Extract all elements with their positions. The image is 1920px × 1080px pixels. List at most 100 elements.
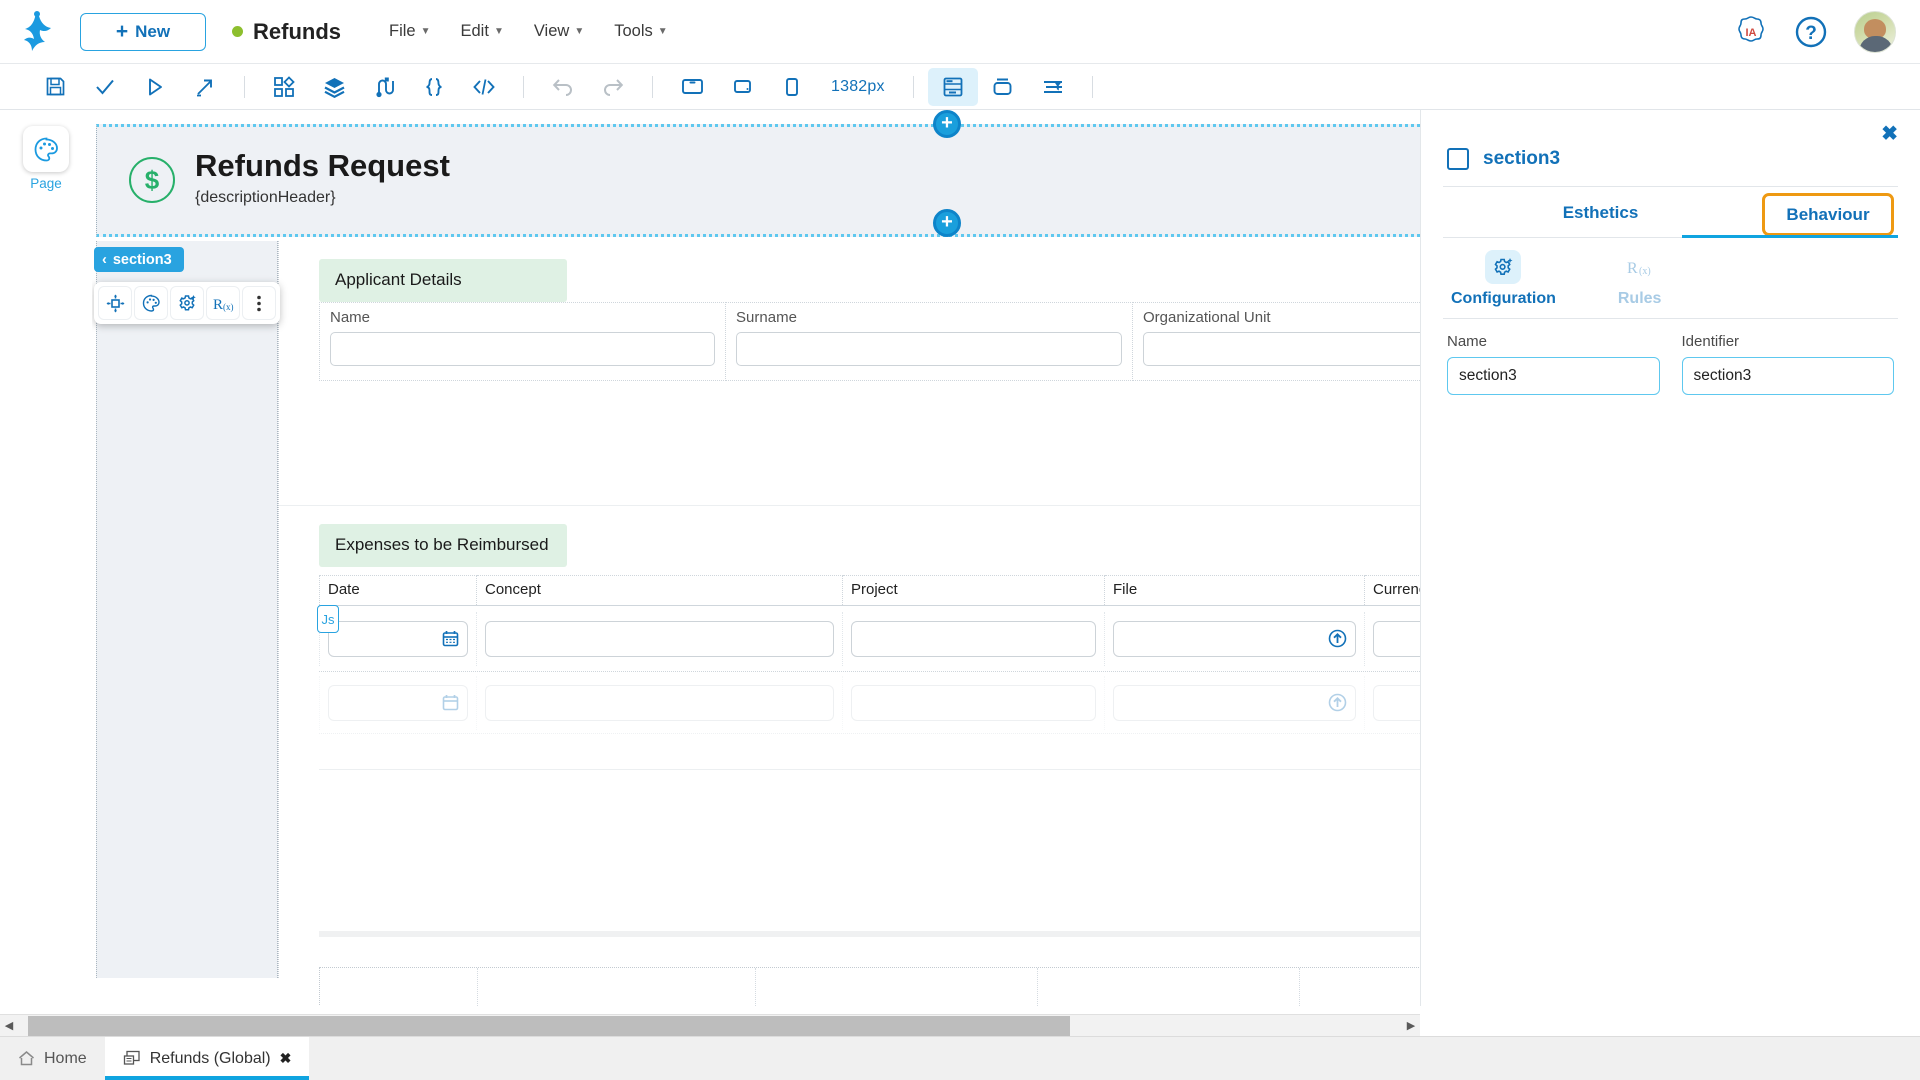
table-row[interactable] (319, 672, 1420, 734)
name-input[interactable] (1447, 357, 1660, 395)
cell-project[interactable] (843, 611, 1105, 666)
tablet-view-icon[interactable] (717, 68, 767, 106)
grid-cell[interactable] (756, 968, 1038, 1006)
table-row[interactable] (319, 606, 1420, 672)
cell-currency[interactable] (1365, 612, 1420, 666)
page-rail-button[interactable]: Page (19, 126, 73, 191)
connectors-icon[interactable] (359, 68, 409, 106)
scroll-track[interactable] (18, 1015, 1402, 1037)
code-icon[interactable] (459, 68, 509, 106)
grid-cell[interactable] (320, 968, 478, 1006)
panel-subtabs: Configuration R (x) Rules (1421, 238, 1920, 318)
cell-date[interactable] (319, 611, 477, 666)
components-grid-icon[interactable] (259, 68, 309, 106)
tab-esthetics[interactable]: Esthetics (1443, 187, 1758, 238)
cell-project[interactable] (843, 675, 1105, 730)
field-surname[interactable]: Surname (726, 302, 1134, 381)
field-row: Name Surname Organizational Unit (279, 302, 1420, 381)
tab-behaviour[interactable]: Behaviour (1762, 193, 1894, 236)
blank-grid-row[interactable] (319, 967, 1420, 1006)
container-icon[interactable] (978, 68, 1028, 106)
add-above-handle[interactable]: + (933, 110, 961, 138)
cell-currency[interactable] (1365, 676, 1420, 730)
save-icon[interactable] (30, 68, 80, 106)
scroll-right-arrow[interactable]: ▶ (1402, 1019, 1420, 1032)
icon-toolbar: 1382px (0, 64, 1920, 110)
section-tag[interactable]: ‹ section3 (94, 247, 184, 272)
zoom-level[interactable]: 1382px (817, 78, 899, 96)
scroll-left-arrow[interactable]: ◀ (0, 1019, 18, 1032)
move-icon[interactable] (98, 286, 132, 320)
cell-file[interactable] (1105, 611, 1365, 666)
top-bar-right: IA ? (1734, 0, 1896, 64)
surname-input[interactable] (736, 332, 1123, 366)
cell-concept[interactable] (477, 611, 843, 666)
grid-cell[interactable] (478, 968, 756, 1006)
question-mark-icon[interactable]: ? (1794, 15, 1828, 49)
menu-tools[interactable]: Tools ▼ (614, 22, 667, 41)
date-input[interactable] (328, 620, 468, 657)
project-input[interactable] (851, 684, 1096, 721)
braces-icon[interactable] (409, 68, 459, 106)
concept-input[interactable] (485, 684, 834, 721)
project-input[interactable] (851, 620, 1096, 657)
form-layout-icon[interactable] (927, 67, 978, 106)
currency-input[interactable] (1373, 684, 1420, 721)
group-applicant-details[interactable]: Applicant Details Name Surname Organizat… (279, 259, 1420, 506)
menu-view[interactable]: View ▼ (534, 22, 584, 41)
gear-sparkle-icon[interactable] (170, 286, 204, 320)
layers-icon[interactable] (309, 68, 359, 106)
mobile-view-icon[interactable] (767, 68, 817, 106)
section-checkbox[interactable] (1447, 148, 1469, 170)
subtab-configuration[interactable]: Configuration (1451, 250, 1556, 308)
undo-icon[interactable] (538, 68, 588, 106)
desktop-view-icon[interactable] (667, 68, 717, 106)
publish-share-icon[interactable] (180, 68, 230, 106)
scroll-thumb[interactable] (28, 1015, 1070, 1036)
js-badge[interactable]: Js (317, 605, 339, 633)
app-logo-icon[interactable] (0, 10, 72, 53)
field-name[interactable]: Name (319, 302, 727, 381)
subtab-rules[interactable]: R (x) Rules (1618, 250, 1662, 308)
grid-cell[interactable] (1038, 968, 1300, 1006)
menu-file-label: File (389, 22, 416, 40)
palette-icon[interactable] (134, 286, 168, 320)
filter-icon[interactable] (1028, 68, 1078, 106)
cell-file[interactable] (1105, 675, 1365, 730)
menu-file[interactable]: File ▼ (389, 22, 431, 41)
run-play-icon[interactable] (130, 68, 180, 106)
concept-input[interactable] (485, 620, 834, 657)
file-input[interactable] (1113, 684, 1356, 721)
more-vertical-icon[interactable] (242, 286, 276, 320)
user-avatar[interactable] (1854, 11, 1896, 53)
file-input[interactable] (1113, 620, 1356, 657)
svg-text:IA: IA (1746, 27, 1757, 39)
tab-refunds-global[interactable]: Refunds (Global) ✖ (104, 1037, 310, 1080)
new-button[interactable]: + New (80, 12, 206, 51)
svg-text:?: ? (1805, 23, 1817, 44)
grid-cell[interactable] (1300, 968, 1420, 1006)
header-section[interactable]: $ Refunds Request {descriptionHeader} (96, 124, 1420, 237)
add-below-handle[interactable]: + (933, 209, 961, 237)
date-input[interactable] (328, 684, 468, 721)
validate-check-icon[interactable] (80, 68, 130, 106)
field-org-unit[interactable]: Organizational Unit (1133, 302, 1420, 381)
menu-edit[interactable]: Edit ▼ (461, 22, 504, 41)
group-expenses[interactable]: Expenses to be Reimbursed Date Concept P… (279, 506, 1420, 796)
close-icon[interactable]: ✖ (280, 1050, 292, 1067)
name-input[interactable] (330, 332, 716, 366)
form-canvas[interactable]: $ Refunds Request {descriptionHeader} + … (92, 110, 1420, 1006)
tab-home[interactable]: Home (0, 1037, 105, 1080)
cell-concept[interactable] (477, 675, 843, 730)
cell-date[interactable] (319, 675, 477, 730)
rules-rx-icon[interactable]: R (x) (206, 286, 240, 320)
org-unit-input[interactable] (1143, 332, 1420, 366)
currency-input[interactable] (1373, 620, 1420, 657)
configuration-fields: Name Identifier (1421, 319, 1920, 395)
redo-icon[interactable] (588, 68, 638, 106)
ia-badge-icon[interactable]: IA (1734, 15, 1768, 49)
calendar-icon (442, 695, 459, 711)
horizontal-scrollbar[interactable]: ◀ ▶ (0, 1014, 1420, 1036)
close-icon[interactable]: ✖ (1881, 124, 1898, 144)
identifier-input[interactable] (1681, 357, 1894, 395)
